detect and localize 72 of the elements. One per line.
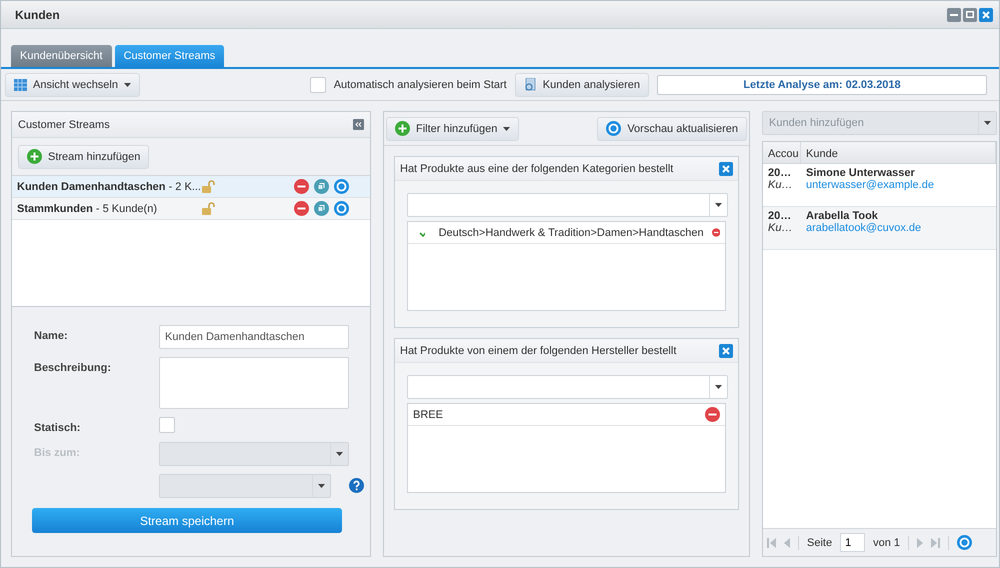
minimize-button[interactable] xyxy=(947,8,961,22)
close-icon xyxy=(722,346,730,354)
email-link[interactable]: unterwasser@example.de xyxy=(806,179,991,191)
panel-title: Customer Streams xyxy=(18,118,110,130)
type-text: Ku… xyxy=(768,179,794,191)
column-header[interactable]: Accou xyxy=(763,142,801,163)
caret-icon xyxy=(715,385,722,389)
field-label: Name: xyxy=(34,329,69,344)
grid-icon xyxy=(14,78,27,90)
stream-row[interactable]: Stammkunden - 5 Kunde(n) xyxy=(12,198,370,220)
caret-icon xyxy=(124,82,131,86)
view-switch-button[interactable]: Ansicht wechseln xyxy=(5,72,140,96)
refresh-icon[interactable] xyxy=(334,201,349,216)
last-analysis-status: Letzte Analyse am: 02.03.2018 xyxy=(657,74,987,94)
account-text: 20… xyxy=(768,210,792,222)
filter-title: Hat Produkte aus eine der folgenden Kategorien bestellt xyxy=(400,162,674,174)
caret-icon xyxy=(336,452,343,456)
double-chevron-icon xyxy=(355,122,362,127)
add-icon xyxy=(395,121,410,136)
field-label: Beschreibung: xyxy=(34,361,112,376)
name-field[interactable]: Kunden Damenhandtaschen xyxy=(159,325,349,349)
document-search-icon xyxy=(524,78,537,92)
placeholder-text: Kunden hinzufügen xyxy=(768,117,864,129)
close-button[interactable] xyxy=(719,344,733,358)
padlock-icon xyxy=(202,180,216,193)
caret-icon xyxy=(715,203,722,207)
checkbox[interactable] xyxy=(310,76,326,92)
refresh-preview-button[interactable]: Vorschau aktualisieren xyxy=(597,116,747,140)
padlock-icon xyxy=(202,202,216,215)
add-icon xyxy=(27,149,42,164)
help-icon[interactable] xyxy=(349,478,364,493)
caret-icon xyxy=(503,126,510,130)
refresh-icon[interactable] xyxy=(334,179,349,194)
stream-row[interactable]: Kunden Damenhandtaschen - 2 K... xyxy=(12,176,370,198)
remove-icon[interactable] xyxy=(294,179,309,194)
page-label: Seite xyxy=(807,536,832,548)
close-icon xyxy=(722,164,730,172)
dash-icon xyxy=(950,14,958,16)
customer-name: Simone Unterwasser xyxy=(806,167,916,179)
stream-label: Kunden Damenhandtaschen - 2 K... xyxy=(17,180,202,192)
account-text: 20… xyxy=(768,167,792,179)
caret-icon xyxy=(984,121,991,125)
maximize-button[interactable] xyxy=(963,8,977,22)
description-field[interactable] xyxy=(159,357,349,409)
static-checkbox[interactable] xyxy=(159,417,175,433)
entry-text: BREE xyxy=(413,408,444,420)
checkbox-label: Automatisch analysieren beim Start xyxy=(334,78,507,90)
customer-name: Arabella Took xyxy=(806,210,879,222)
caret-icon xyxy=(318,484,325,488)
refresh-icon[interactable] xyxy=(957,535,972,550)
field-label: Statisch: xyxy=(34,421,82,434)
close-button[interactable] xyxy=(979,8,993,22)
remove-icon[interactable] xyxy=(705,407,720,422)
close-button[interactable] xyxy=(719,162,733,176)
refresh-icon[interactable] xyxy=(606,121,622,136)
filter-title: Hat Produkte von einem der folgenden Hersteller bestellt xyxy=(400,344,676,356)
entry-text: Deutsch>Handwerk & Tradition>Damen>Handtaschen xyxy=(438,226,704,238)
add-stream-button[interactable]: Stream hinzufügen xyxy=(18,144,150,168)
remove-icon[interactable] xyxy=(294,201,309,216)
square-icon xyxy=(966,11,974,18)
copy-icon[interactable] xyxy=(314,201,329,216)
add-filter-button[interactable]: Filter hinzufügen xyxy=(386,116,520,140)
close-icon xyxy=(982,10,990,18)
column-header[interactable]: Kunde xyxy=(801,142,996,163)
type-text: Ku… xyxy=(768,222,794,234)
window-title: Kunden xyxy=(15,8,60,22)
collapse-button[interactable] xyxy=(353,119,364,130)
page-count: von 1 xyxy=(873,536,900,548)
stream-label: Stammkunden - 5 Kunde(n) xyxy=(17,202,158,214)
analyze-button[interactable]: Kunden analysieren xyxy=(514,72,649,96)
copy-icon[interactable] xyxy=(314,179,329,194)
page-field[interactable]: 1 xyxy=(840,533,866,552)
